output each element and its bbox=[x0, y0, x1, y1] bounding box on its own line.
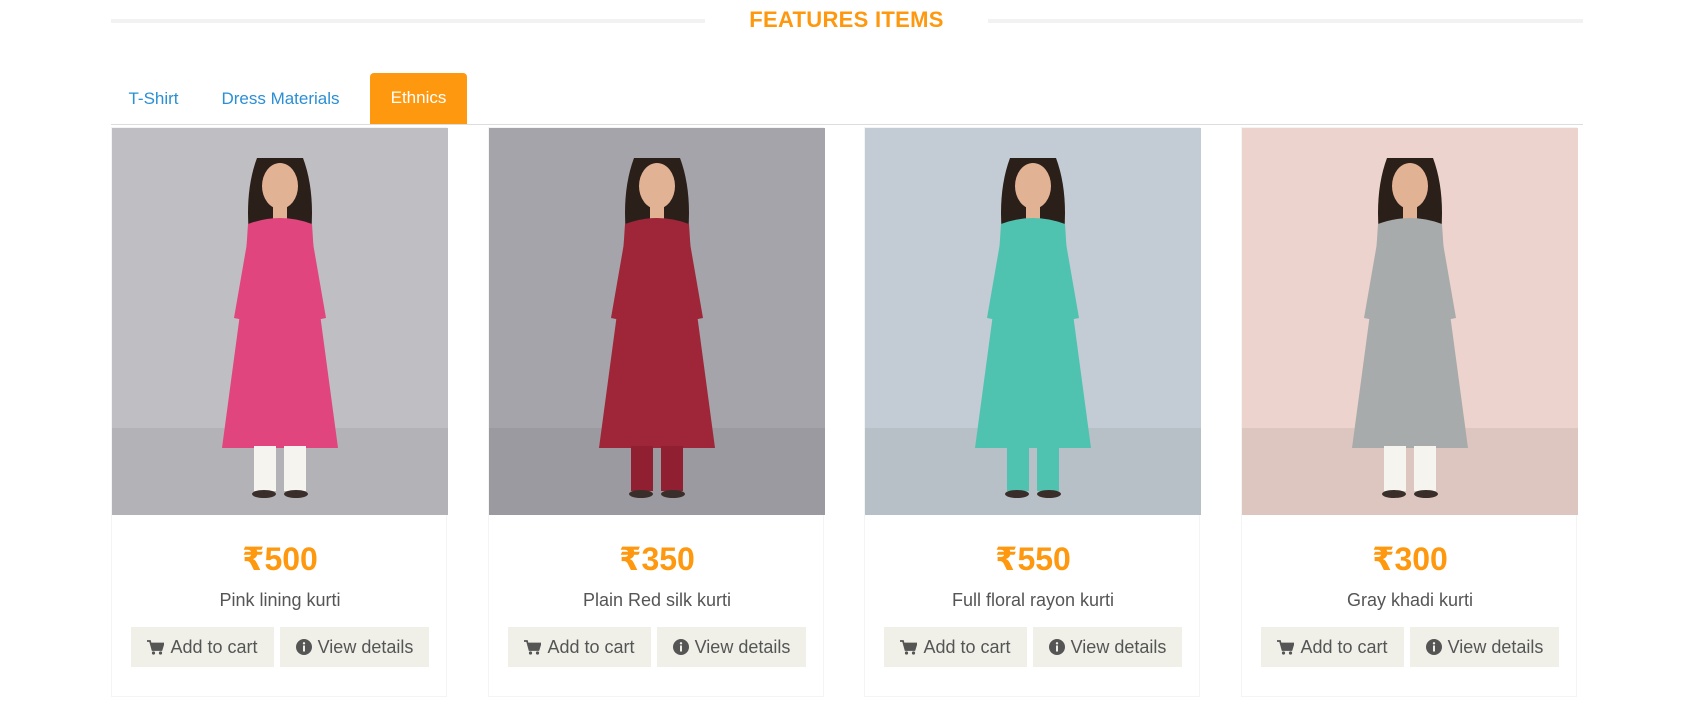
cart-icon bbox=[1277, 639, 1295, 655]
view-details-button[interactable]: View details bbox=[280, 627, 429, 667]
view-details-button[interactable]: View details bbox=[1410, 627, 1559, 667]
add-to-cart-button[interactable]: Add to cart bbox=[884, 627, 1027, 667]
tab-t-shirt[interactable]: T-Shirt bbox=[111, 72, 196, 125]
product-card: ₹300 Gray khadi kurti Add to cart View d… bbox=[1241, 127, 1578, 697]
product-card: ₹550 Full floral rayon kurti Add to cart… bbox=[864, 127, 1201, 697]
product-image[interactable] bbox=[489, 128, 825, 515]
add-to-cart-button[interactable]: Add to cart bbox=[1261, 627, 1404, 667]
cart-icon bbox=[900, 639, 918, 655]
info-circle-icon bbox=[295, 639, 312, 655]
info-circle-icon bbox=[1048, 639, 1065, 655]
view-details-label: View details bbox=[694, 636, 791, 657]
section-title: FEATURES ITEMS bbox=[749, 7, 944, 32]
title-divider-right bbox=[988, 19, 1583, 23]
add-to-cart-button[interactable]: Add to cart bbox=[131, 627, 274, 667]
product-price: ₹300 bbox=[1372, 541, 1448, 577]
cart-icon bbox=[524, 639, 542, 655]
product-image[interactable] bbox=[865, 128, 1201, 515]
add-to-cart-label: Add to cart bbox=[923, 636, 1011, 657]
product-image[interactable] bbox=[112, 128, 448, 515]
info-circle-icon bbox=[1425, 639, 1442, 655]
category-tabs: T-Shirt Dress Materials Ethnics bbox=[111, 72, 1583, 125]
info-circle-icon bbox=[672, 639, 689, 655]
view-details-label: View details bbox=[1070, 636, 1167, 657]
product-name: Pink lining kurti bbox=[219, 590, 341, 610]
product-price: ₹350 bbox=[619, 541, 695, 577]
product-name: Gray khadi kurti bbox=[1346, 590, 1474, 610]
cart-icon bbox=[147, 639, 165, 655]
view-details-button[interactable]: View details bbox=[657, 627, 806, 667]
tab-ethnics[interactable]: Ethnics bbox=[370, 73, 467, 124]
product-card: ₹350 Plain Red silk kurti Add to cart Vi… bbox=[488, 127, 825, 697]
view-details-label: View details bbox=[1447, 636, 1544, 657]
view-details-button[interactable]: View details bbox=[1033, 627, 1182, 667]
product-name: Full floral rayon kurti bbox=[951, 590, 1115, 610]
view-details-label: View details bbox=[317, 636, 414, 657]
product-name: Plain Red silk kurti bbox=[582, 590, 732, 610]
add-to-cart-label: Add to cart bbox=[170, 636, 258, 657]
add-to-cart-label: Add to cart bbox=[547, 636, 635, 657]
features-items-heading: FEATURES ITEMS bbox=[0, 0, 1699, 44]
add-to-cart-label: Add to cart bbox=[1300, 636, 1388, 657]
title-divider-left bbox=[111, 19, 705, 23]
add-to-cart-button[interactable]: Add to cart bbox=[508, 627, 651, 667]
product-card: ₹500 Pink lining kurti Add to cart View … bbox=[111, 127, 448, 697]
product-price: ₹500 bbox=[242, 541, 318, 577]
product-price: ₹550 bbox=[995, 541, 1071, 577]
tab-dress-materials[interactable]: Dress Materials bbox=[210, 72, 351, 125]
product-image[interactable] bbox=[1242, 128, 1578, 515]
